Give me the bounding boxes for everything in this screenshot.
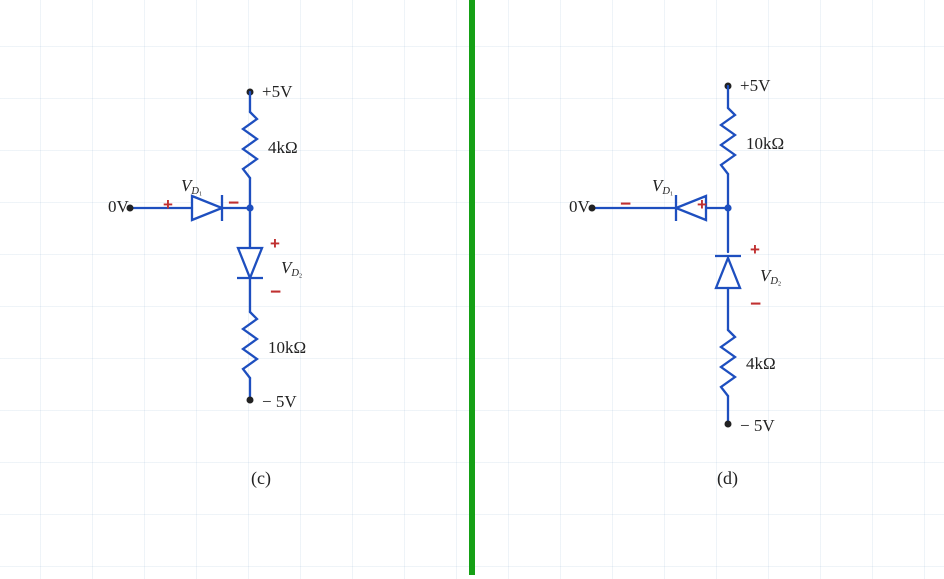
c-top-supply: +5V [262, 82, 292, 102]
c-d1-name: VD1 [181, 176, 202, 197]
c-r-top: 4kΩ [268, 138, 298, 158]
c-r-bottom: 10kΩ [268, 338, 306, 358]
d-r-top: 10kΩ [746, 134, 784, 154]
c-d1-right-sign: − [228, 193, 239, 215]
circuit-d-svg [474, 0, 944, 560]
d-top-supply: +5V [740, 76, 770, 96]
c-bottom-supply: − 5V [262, 392, 297, 412]
c-fig-label: (c) [251, 468, 271, 489]
c-d1-left-sign: + [163, 195, 173, 215]
d-d2-top-sign: + [750, 240, 760, 260]
d-fig-label: (d) [717, 468, 738, 489]
d-r-bottom: 4kΩ [746, 354, 776, 374]
c-d2-name: VD2 [281, 258, 302, 279]
d-d2-name: VD2 [760, 266, 781, 287]
circuit-c-svg [0, 0, 470, 560]
c-d2-bottom-sign: − [270, 282, 281, 304]
c-left-terminal: 0V [108, 197, 129, 217]
d-bottom-supply: − 5V [740, 416, 775, 436]
d-d1-name: VD1 [652, 176, 673, 197]
d-left-terminal: 0V [569, 197, 590, 217]
d-d2-bottom-sign: − [750, 294, 761, 316]
d-d1-left-sign: − [620, 194, 631, 216]
c-d2-top-sign: + [270, 234, 280, 254]
d-d1-right-sign: + [697, 195, 707, 215]
